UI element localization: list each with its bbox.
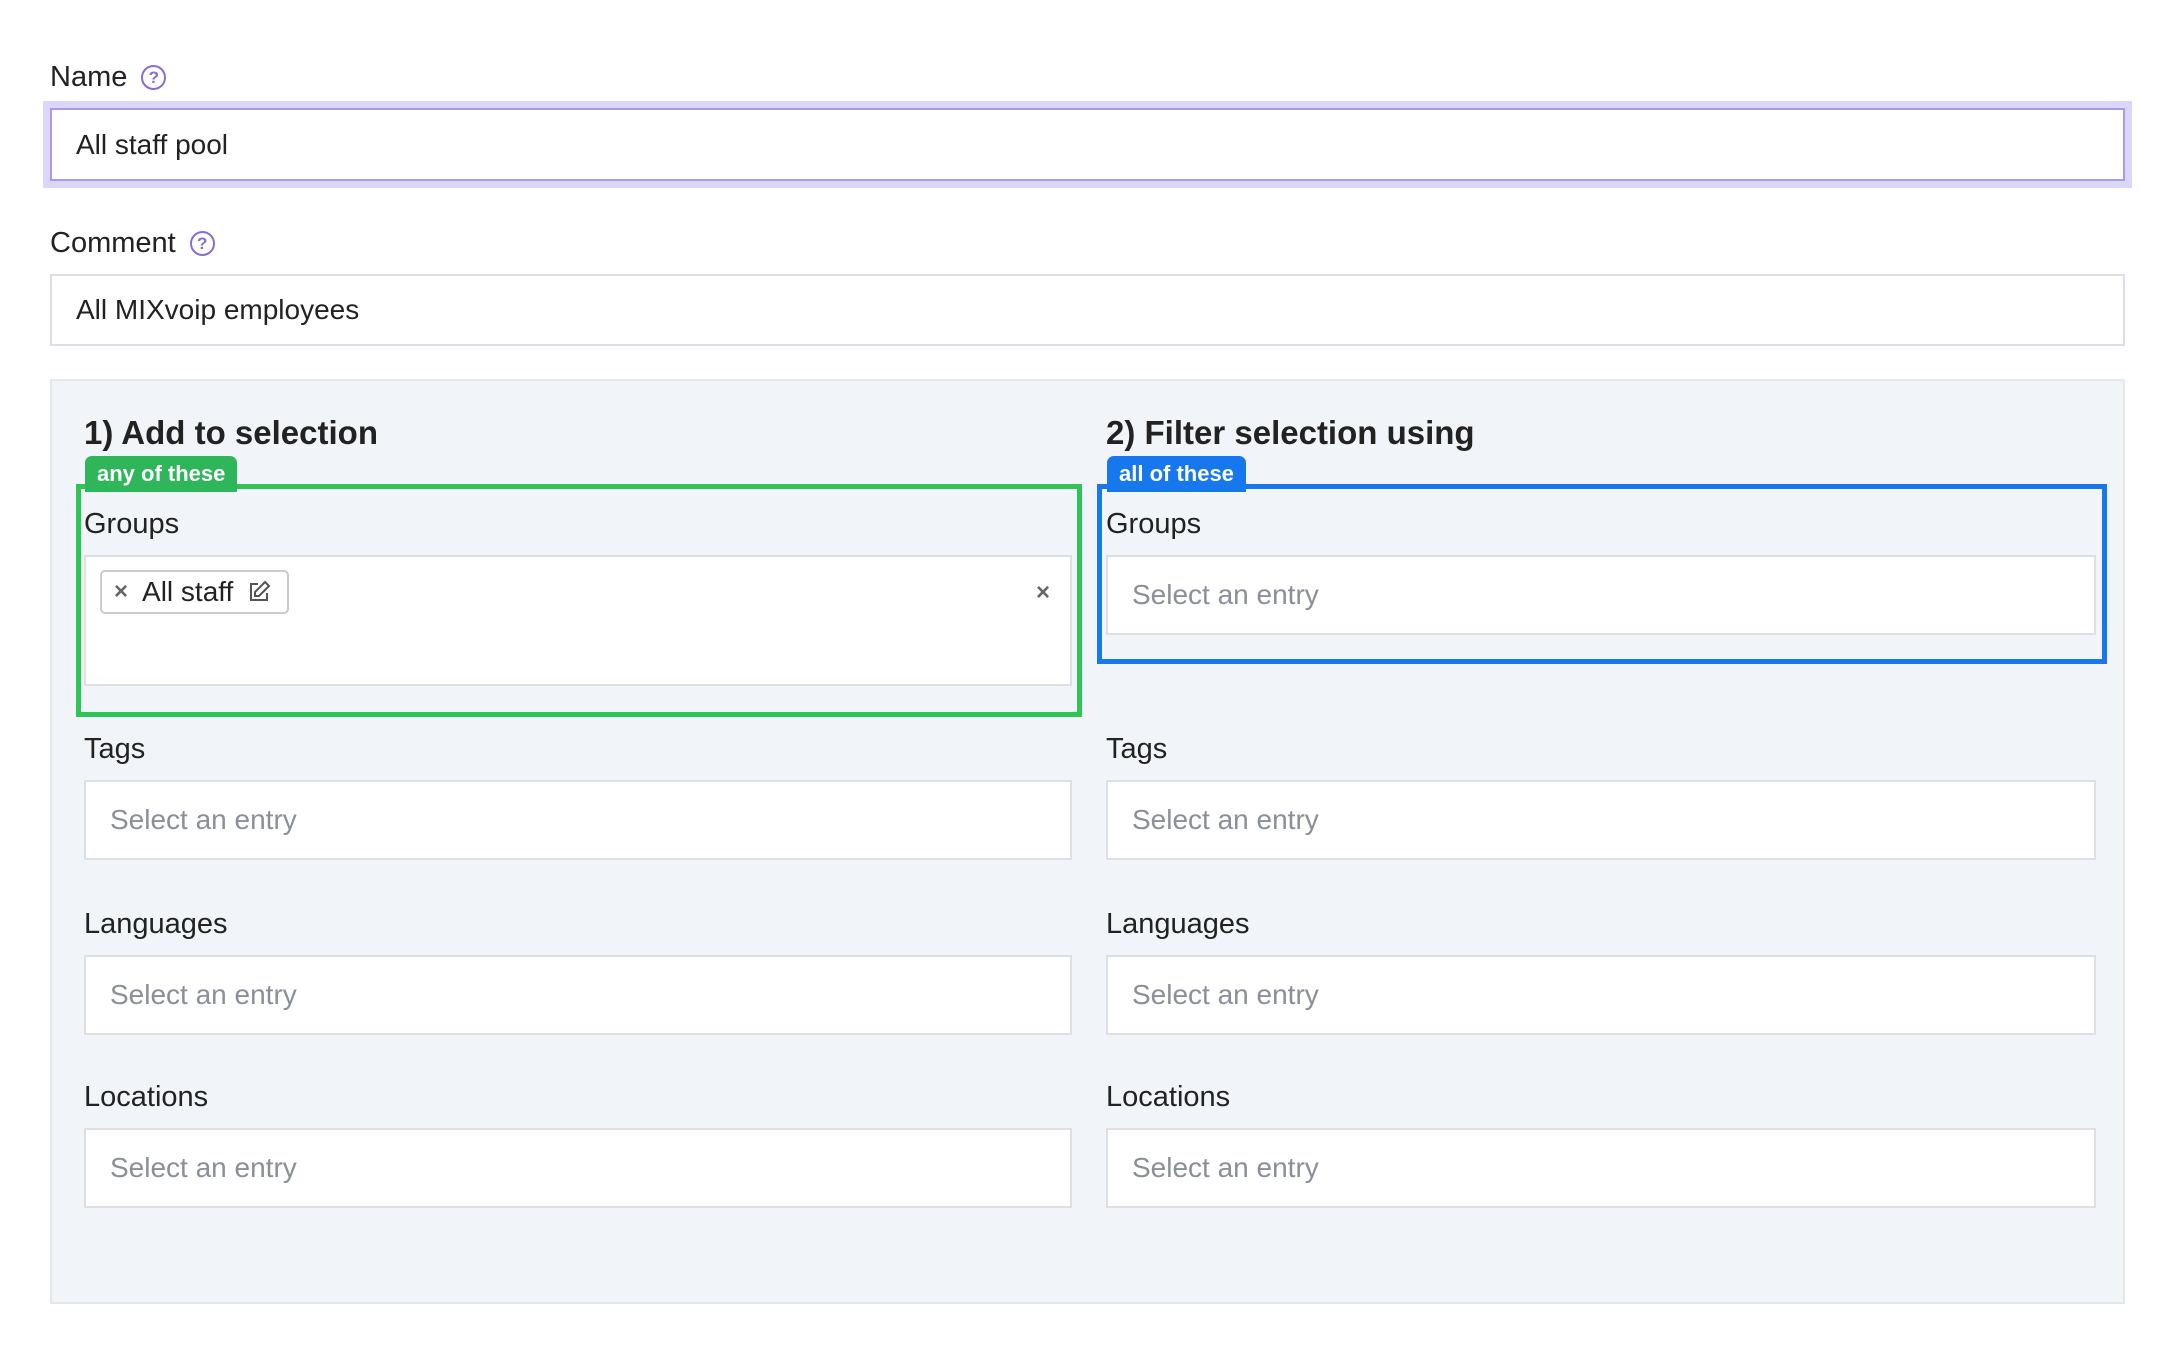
add-locations-placeholder: Select an entry: [110, 1152, 297, 1183]
name-input[interactable]: All staff pool: [50, 108, 2125, 181]
add-tags-placeholder: Select an entry: [110, 804, 297, 835]
all-of-these-badge: all of these: [1107, 456, 1246, 492]
add-languages-label: Languages: [84, 908, 228, 940]
question-circle-icon[interactable]: ?: [141, 65, 167, 90]
filter-languages-label: Languages: [1106, 908, 1250, 940]
add-languages-select[interactable]: Select an entry: [84, 955, 1072, 1035]
filter-locations-label: Locations: [1106, 1081, 1231, 1113]
question-circle-icon[interactable]: ?: [189, 231, 215, 256]
comment-label: Comment ?: [50, 227, 215, 260]
add-tags-select[interactable]: Select an entry: [84, 780, 1072, 860]
comment-input-value: All MIXvoip employees: [76, 294, 360, 325]
name-input-value: All staff pool: [76, 128, 229, 160]
filter-tags-select[interactable]: Select an entry: [1106, 780, 2096, 860]
any-of-these-badge: any of these: [85, 456, 238, 492]
add-languages-placeholder: Select an entry: [110, 979, 297, 1010]
name-label-text: Name: [50, 61, 128, 93]
filter-tags-label: Tags: [1106, 733, 1168, 765]
comment-label-text: Comment: [50, 227, 176, 259]
filter-groups-frame: [1097, 484, 2107, 664]
add-section-title: 1) Add to selection: [84, 414, 378, 451]
add-groups-frame: [76, 484, 1082, 717]
filter-languages-placeholder: Select an entry: [1132, 979, 1319, 1010]
name-label: Name ?: [50, 61, 167, 94]
add-locations-label: Locations: [84, 1081, 209, 1113]
filter-locations-placeholder: Select an entry: [1132, 1152, 1319, 1183]
filter-locations-select[interactable]: Select an entry: [1106, 1128, 2096, 1208]
add-tags-label: Tags: [84, 733, 146, 765]
filter-tags-placeholder: Select an entry: [1132, 804, 1319, 835]
filter-section-title: 2) Filter selection using: [1106, 414, 1475, 451]
filter-languages-select[interactable]: Select an entry: [1106, 955, 2096, 1035]
add-locations-select[interactable]: Select an entry: [84, 1128, 1072, 1208]
comment-input[interactable]: All MIXvoip employees: [50, 274, 2125, 346]
pool-edit-form: Name ? All staff pool Comment ? All MIXv…: [0, 0, 2168, 1350]
